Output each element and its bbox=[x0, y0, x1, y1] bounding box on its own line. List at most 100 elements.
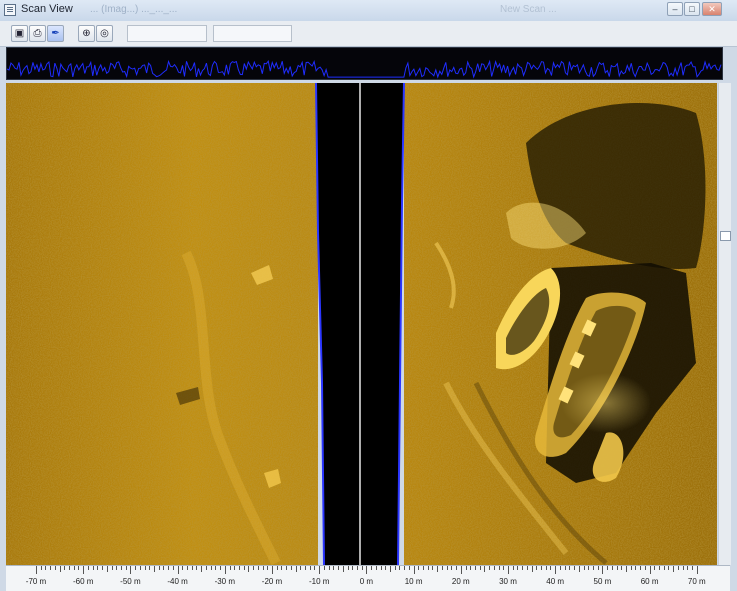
ruler-minor-tick bbox=[106, 566, 108, 572]
ruler-minor-tick bbox=[116, 566, 118, 570]
toolbar-field-2[interactable] bbox=[213, 25, 292, 42]
ruler-minor-tick bbox=[574, 566, 576, 570]
ruler-minor-tick bbox=[498, 566, 500, 570]
close-button[interactable]: ✕ bbox=[702, 2, 722, 16]
ruler-minor-tick bbox=[489, 566, 491, 570]
vertical-scroll-thumb[interactable] bbox=[720, 231, 731, 241]
ruler-major-tick bbox=[272, 566, 273, 574]
ruler-minor-tick bbox=[267, 566, 269, 570]
ruler-minor-tick bbox=[135, 566, 137, 570]
ruler-minor-tick bbox=[611, 566, 613, 570]
ruler-minor-tick bbox=[187, 566, 189, 570]
ruler-minor-tick bbox=[451, 566, 453, 570]
ruler-minor-tick bbox=[654, 566, 656, 570]
ruler-label: 20 m bbox=[451, 577, 470, 586]
ruler-major-tick bbox=[555, 566, 557, 574]
ruler-minor-tick bbox=[470, 566, 472, 570]
ruler-major-tick bbox=[649, 566, 651, 574]
ruler-minor-tick bbox=[342, 566, 344, 572]
background-window-title: ... (Imag...) ..._..._... bbox=[90, 4, 178, 15]
ruler-label: 70 m bbox=[687, 577, 706, 586]
ruler-minor-tick bbox=[196, 566, 198, 570]
ruler-minor-tick bbox=[69, 566, 71, 570]
ruler-minor-tick bbox=[663, 566, 665, 570]
ruler-minor-tick bbox=[626, 566, 627, 572]
ruler-minor-tick bbox=[635, 566, 637, 570]
ruler-minor-tick bbox=[323, 566, 325, 570]
ruler-minor-tick bbox=[238, 566, 240, 570]
ruler-minor-tick bbox=[526, 566, 528, 570]
minimize-button[interactable]: – bbox=[667, 2, 683, 16]
ruler-minor-tick bbox=[172, 566, 174, 570]
ruler-label: -20 m bbox=[261, 577, 283, 586]
ruler-major-tick bbox=[366, 566, 368, 574]
ruler-minor-tick bbox=[375, 566, 377, 570]
target-add-button[interactable]: ⊕ bbox=[78, 25, 95, 42]
ruler-minor-tick bbox=[446, 566, 448, 570]
ruler-minor-tick bbox=[380, 566, 382, 570]
ruler-minor-tick bbox=[50, 566, 52, 570]
ruler-minor-tick bbox=[262, 566, 264, 570]
sidescan-sonar-image[interactable] bbox=[6, 83, 717, 565]
ruler-minor-tick bbox=[309, 566, 311, 570]
ruler-minor-tick bbox=[92, 566, 94, 570]
camera-button[interactable]: ▣ bbox=[11, 25, 28, 42]
ruler-minor-tick bbox=[493, 566, 495, 570]
ruler-minor-tick bbox=[220, 566, 222, 570]
ruler-minor-tick bbox=[215, 566, 217, 570]
ruler-minor-tick bbox=[564, 566, 566, 570]
print-icon: ⎙ bbox=[33, 28, 42, 39]
ruler-minor-tick bbox=[149, 566, 151, 570]
ruler-minor-tick bbox=[205, 566, 207, 570]
range-ruler: -70 m -60 m -50 m -40 m -30 m -20 m -10 m 0 m 10… bbox=[6, 565, 730, 591]
ruler-minor-tick bbox=[545, 566, 547, 570]
ruler-minor-tick bbox=[210, 566, 212, 570]
ruler-minor-tick bbox=[54, 566, 56, 570]
pen-icon: ✒ bbox=[51, 28, 60, 39]
ruler-minor-tick bbox=[588, 566, 590, 570]
target-icon: ◎ bbox=[100, 28, 109, 39]
ruler-minor-tick bbox=[248, 566, 250, 572]
ruler-minor-tick bbox=[139, 566, 141, 570]
ruler-minor-tick bbox=[314, 566, 316, 570]
ruler-minor-tick bbox=[338, 566, 340, 570]
ruler-label: 30 m bbox=[499, 577, 517, 586]
ruler-minor-tick bbox=[243, 566, 245, 570]
ruler-minor-tick bbox=[512, 566, 514, 570]
ruler-major-tick bbox=[130, 566, 132, 574]
ruler-minor-tick bbox=[427, 566, 429, 570]
ruler-minor-tick bbox=[668, 566, 670, 570]
target-button[interactable]: ◎ bbox=[96, 25, 113, 42]
ruler-minor-tick bbox=[78, 566, 80, 570]
ruler-minor-tick bbox=[111, 566, 113, 570]
ruler-minor-tick bbox=[120, 566, 122, 570]
ruler-minor-tick bbox=[399, 566, 401, 570]
ruler-minor-tick bbox=[607, 566, 609, 570]
scan-view-window-icon bbox=[4, 4, 16, 16]
ruler-minor-tick bbox=[234, 566, 236, 570]
ruler-label: -60 m bbox=[72, 577, 94, 586]
ruler-minor-tick bbox=[253, 566, 255, 570]
ruler-minor-tick bbox=[295, 566, 297, 572]
background-window-title-2: New Scan ... bbox=[500, 4, 557, 15]
ruler-minor-tick bbox=[333, 566, 335, 570]
ruler-minor-tick bbox=[517, 566, 519, 570]
vertical-scrollbar[interactable] bbox=[718, 83, 731, 565]
ruler-minor-tick bbox=[597, 566, 599, 570]
ruler-major-tick bbox=[460, 566, 462, 574]
ruler-minor-tick bbox=[569, 566, 571, 570]
ruler-minor-tick bbox=[404, 566, 406, 570]
ruler-minor-tick bbox=[290, 566, 292, 570]
toolbar-field-1[interactable] bbox=[127, 25, 207, 42]
ruler-minor-tick bbox=[677, 566, 679, 570]
maximize-button[interactable]: □ bbox=[684, 2, 700, 16]
ruler-minor-tick bbox=[394, 566, 396, 570]
ruler-label: 50 m bbox=[593, 577, 612, 586]
ruler-minor-tick bbox=[531, 566, 533, 572]
pen-button[interactable]: ✒ bbox=[47, 25, 64, 42]
ruler-minor-tick bbox=[347, 566, 349, 570]
print-button[interactable]: ⎙ bbox=[29, 25, 46, 42]
ruler-minor-tick bbox=[168, 566, 170, 570]
ruler-minor-tick bbox=[356, 566, 358, 570]
ruler-minor-tick bbox=[328, 566, 330, 570]
